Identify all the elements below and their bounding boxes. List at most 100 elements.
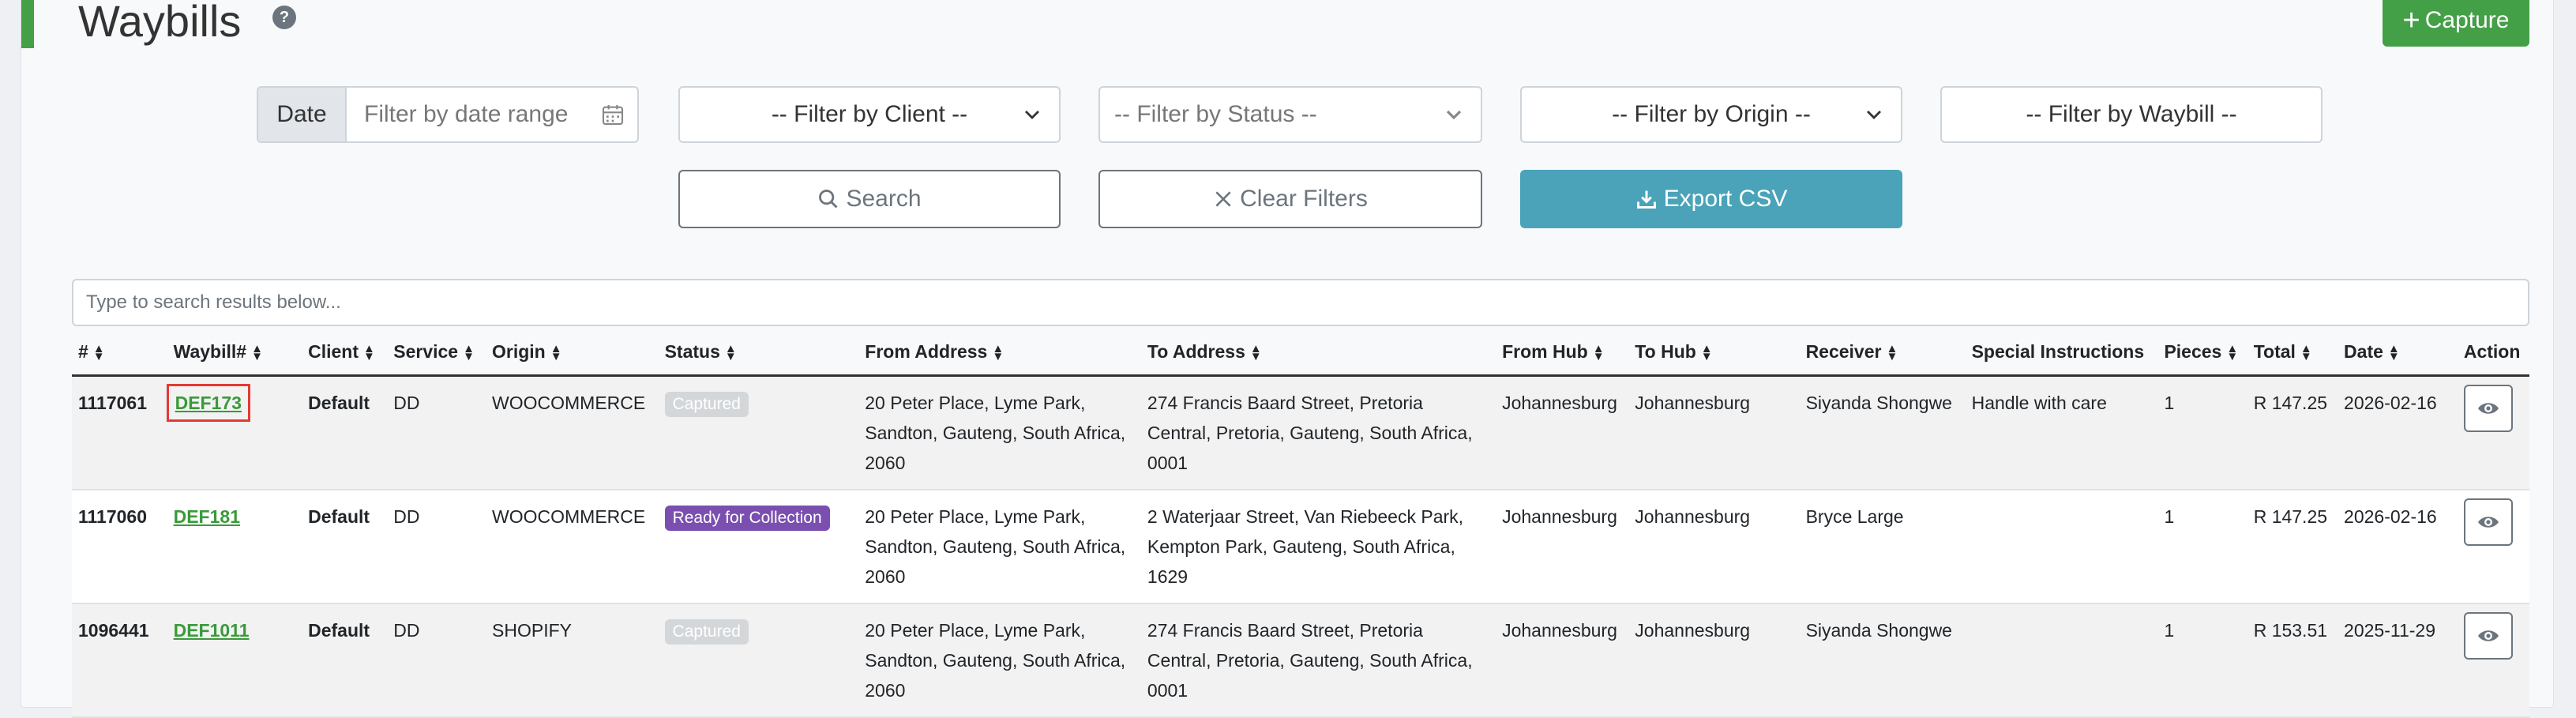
table-cell xyxy=(2457,375,2529,491)
sort-icon[interactable]: ▲ ▼ xyxy=(1701,343,1713,363)
origin-filter-select[interactable]: -- Filter by Origin -- xyxy=(1520,86,1902,143)
table-cell: Johannesburg xyxy=(1628,489,1800,604)
date-range-input[interactable]: Filter by date range xyxy=(347,101,599,128)
row-id: 1096441 xyxy=(78,619,149,641)
view-button[interactable] xyxy=(2463,611,2513,660)
column-header[interactable]: To Hub ▲ ▼ xyxy=(1628,329,1800,377)
table-cell: R 147.25 xyxy=(2247,375,2338,491)
table-cell: 2026-02-16 xyxy=(2338,489,2458,604)
sort-icon[interactable]: ▲ ▼ xyxy=(1250,343,1262,363)
highlight-box: DEF173 xyxy=(166,383,250,422)
column-header[interactable]: Total ▲ ▼ xyxy=(2247,329,2338,377)
column-header-label: Action xyxy=(2463,340,2521,362)
column-header-label: Total xyxy=(2253,340,2296,362)
clear-filters-button[interactable]: Clear Filters xyxy=(1098,170,1482,228)
sort-icon[interactable]: ▲ ▼ xyxy=(992,343,1004,363)
column-header[interactable]: Origin ▲ ▼ xyxy=(486,329,659,377)
table-search-input[interactable]: Type to search results below... xyxy=(72,279,2529,326)
column-header[interactable]: To Address ▲ ▼ xyxy=(1140,329,1496,377)
view-button[interactable] xyxy=(2463,498,2513,546)
from-hub: Johannesburg xyxy=(1502,619,1617,641)
waybill-link[interactable]: DEF173 xyxy=(175,393,242,413)
sort-icon[interactable]: ▲ ▼ xyxy=(463,343,475,363)
column-header: Special Instructions xyxy=(1965,329,2158,377)
total-amount: R 153.51 xyxy=(2253,619,2328,641)
sort-icon[interactable]: ▲ ▼ xyxy=(725,343,737,363)
date-label: Date xyxy=(258,88,347,141)
column-header[interactable]: # ▲ ▼ xyxy=(72,329,167,377)
table-cell: DEF173 xyxy=(166,375,302,491)
table-cell: Siyanda Shongwe xyxy=(1799,375,1966,491)
column-header-label: To Address xyxy=(1147,340,1245,362)
sort-icon[interactable]: ▲ ▼ xyxy=(2388,343,2400,363)
close-icon xyxy=(1215,191,1231,207)
column-header[interactable]: Receiver ▲ ▼ xyxy=(1799,329,1966,377)
export-csv-button[interactable]: Export CSV xyxy=(1520,170,1902,228)
column-header[interactable]: From Address ▲ ▼ xyxy=(858,329,1141,377)
sort-icon[interactable]: ▲ ▼ xyxy=(1593,343,1605,363)
sort-icon[interactable]: ▲ ▼ xyxy=(93,343,105,363)
chevron-down-icon xyxy=(1867,111,1881,119)
column-header-label: # xyxy=(78,340,88,362)
table-cell: DD xyxy=(387,489,486,604)
table-cell: 1117061 xyxy=(72,375,167,491)
sort-icon[interactable]: ▲ ▼ xyxy=(363,343,375,363)
row-date: 2025-11-29 xyxy=(2344,619,2435,641)
total-amount: R 147.25 xyxy=(2253,506,2328,527)
chevron-down-icon xyxy=(1446,110,1462,120)
search-button[interactable]: Search xyxy=(678,170,1061,228)
table-cell: R 147.25 xyxy=(2247,489,2338,604)
sort-icon[interactable]: ▲ ▼ xyxy=(1886,343,1898,363)
column-header[interactable]: Waybill# ▲ ▼ xyxy=(167,329,302,377)
column-header-label: Status xyxy=(664,340,720,362)
search-icon xyxy=(819,190,838,209)
table-cell: Captured xyxy=(658,375,859,491)
eye-icon xyxy=(2477,516,2499,528)
clear-filters-label: Clear Filters xyxy=(1240,186,1368,212)
pieces-count: 1 xyxy=(2164,506,2175,527)
page-title: Waybills xyxy=(78,0,242,46)
date-range-filter[interactable]: Date Filter by date range xyxy=(257,86,639,143)
waybill-link[interactable]: DEF1011 xyxy=(174,620,250,641)
column-header[interactable]: Pieces ▲ ▼ xyxy=(2157,329,2247,377)
pieces-count: 1 xyxy=(2164,619,2175,641)
row-date: 2026-02-16 xyxy=(2344,392,2437,413)
sort-icon[interactable]: ▲ ▼ xyxy=(550,343,562,363)
status-filter-select[interactable]: -- Filter by Status -- xyxy=(1098,86,1482,143)
sort-icon[interactable]: ▲ ▼ xyxy=(251,343,263,363)
waybill-filter-select[interactable]: -- Filter by Waybill -- xyxy=(1940,86,2323,143)
waybills-panel: Waybills ? + Capture Date Filter by date… xyxy=(21,0,2554,718)
column-header[interactable]: Status ▲ ▼ xyxy=(658,329,859,377)
plus-icon: + xyxy=(2402,4,2420,37)
column-header[interactable]: Client ▲ ▼ xyxy=(302,329,388,377)
table-cell: Ready for Collection xyxy=(658,489,859,604)
column-header[interactable]: Date ▲ ▼ xyxy=(2338,329,2458,377)
table-header-row: # ▲ ▼ Waybill# ▲ ▼ Client ▲ ▼ Service ▲ ▼ Origin ▲ ▼ St… xyxy=(72,329,2529,377)
calendar-icon[interactable] xyxy=(599,102,626,127)
column-header[interactable]: Service ▲ ▼ xyxy=(387,329,486,377)
row-client: Default xyxy=(308,506,370,527)
eye-icon xyxy=(2477,630,2499,641)
status-badge: Captured xyxy=(664,391,749,417)
chevron-down-icon xyxy=(1025,111,1039,119)
waybill-link[interactable]: DEF181 xyxy=(174,506,240,527)
eye-icon xyxy=(2477,402,2499,414)
from-hub: Johannesburg xyxy=(1502,506,1617,527)
table-cell: Bryce Large xyxy=(1799,489,1966,604)
from-hub: Johannesburg xyxy=(1502,392,1617,413)
help-icon[interactable]: ? xyxy=(272,6,296,29)
sort-icon[interactable]: ▲ ▼ xyxy=(2300,343,2312,363)
column-header[interactable]: From Hub ▲ ▼ xyxy=(1496,329,1629,377)
column-header: Action xyxy=(2457,329,2529,377)
client-filter-select[interactable]: -- Filter by Client -- xyxy=(678,86,1061,143)
waybill-filter-value: -- Filter by Waybill -- xyxy=(2026,101,2237,127)
row-origin: SHOPIFY xyxy=(492,619,572,641)
capture-button[interactable]: + Capture xyxy=(2383,0,2529,47)
column-header-label: Date xyxy=(2344,340,2383,362)
row-service: DD xyxy=(393,392,420,413)
view-button[interactable] xyxy=(2463,384,2513,432)
row-origin: WOOCOMMERCE xyxy=(492,392,646,413)
sort-icon[interactable]: ▲ ▼ xyxy=(2226,343,2238,363)
total-amount: R 147.25 xyxy=(2253,392,2328,413)
capture-button-label: Capture xyxy=(2424,7,2510,33)
